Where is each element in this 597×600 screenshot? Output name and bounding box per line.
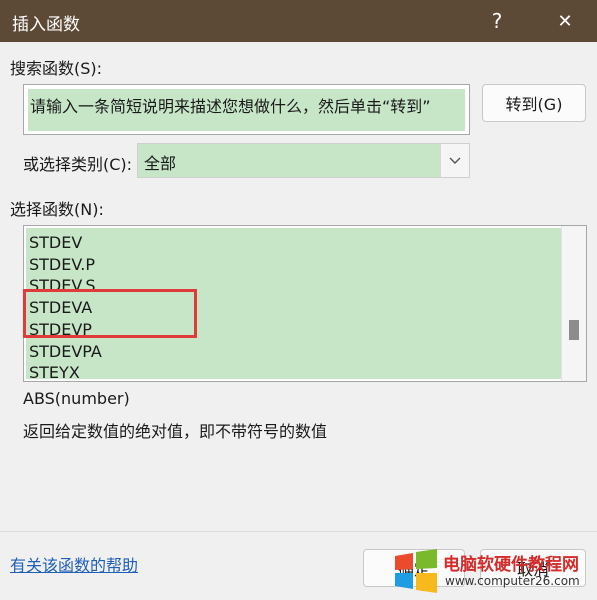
watermark-title: 电脑软硬件教程网 <box>443 555 579 575</box>
site-watermark: 电脑软硬件教程网 www.computer26.com <box>389 540 597 600</box>
list-item[interactable]: STDEVP <box>29 320 92 339</box>
function-description: 返回给定数值的绝对值，即不带符号的数值 <box>23 422 328 441</box>
insert-function-dialog: 插入函数 ? ✕ 搜索函数(S): 请输入一条简短说明来描述您想做什么，然后单击… <box>0 0 597 600</box>
watermark-url: www.computer26.com <box>445 574 580 588</box>
list-item[interactable]: STDEVA <box>29 298 92 317</box>
search-label: 搜索函数(S): <box>10 59 103 78</box>
function-list-area: STDEV STDEV.P STDEV.S STDEVA STDEVP STDE… <box>26 228 561 381</box>
list-item[interactable]: STDEV <box>29 233 82 252</box>
function-help-link[interactable]: 有关该函数的帮助 <box>10 552 138 576</box>
close-icon: ✕ <box>557 10 573 32</box>
window-title: 插入函数 <box>12 15 80 35</box>
go-button[interactable]: 转到(G) <box>482 84 586 122</box>
function-listbox[interactable]: STDEV STDEV.P STDEV.S STDEVA STDEVP STDE… <box>23 225 587 382</box>
category-select[interactable]: 全部 <box>137 143 470 178</box>
search-input[interactable]: 请输入一条简短说明来描述您想做什么，然后单击“转到” <box>23 84 470 135</box>
title-bar: 插入函数 ? ✕ <box>0 0 597 42</box>
windows-logo-icon <box>395 549 437 593</box>
list-item[interactable]: STEYX <box>29 363 80 381</box>
chevron-down-icon[interactable] <box>440 144 469 177</box>
list-scrollbar[interactable] <box>561 226 586 381</box>
list-item[interactable]: STDEV.S <box>29 276 95 295</box>
list-item[interactable]: STDEV.P <box>29 255 95 274</box>
help-icon: ? <box>491 9 503 33</box>
category-selected-value: 全部 <box>144 154 177 173</box>
scrollbar-thumb[interactable] <box>569 320 579 340</box>
category-label: 或选择类别(C): <box>23 155 133 174</box>
function-list-label: 选择函数(N): <box>10 200 104 219</box>
list-item[interactable]: STDEVPA <box>29 342 102 361</box>
function-signature: ABS(number) <box>23 389 130 408</box>
search-input-text: 请输入一条简短说明来描述您想做什么，然后单击“转到” <box>28 89 465 131</box>
help-button[interactable]: ? <box>480 6 514 36</box>
footer-divider <box>0 531 597 532</box>
close-button[interactable]: ✕ <box>548 6 582 36</box>
